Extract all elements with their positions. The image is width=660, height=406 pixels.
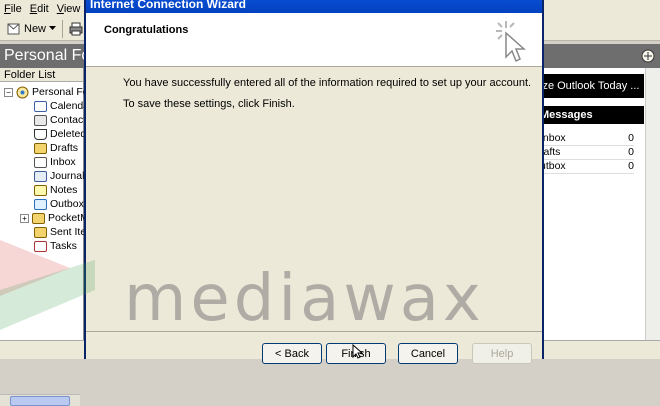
contacts-icon <box>34 114 47 126</box>
folder-item[interactable]: Calenda <box>34 99 89 113</box>
help-button[interactable]: Help <box>472 343 532 364</box>
message-row[interactable]: Inbox 0 <box>540 132 634 146</box>
folder-list-pane: Folder List − Personal Fo Calenda Contac… <box>0 68 89 406</box>
folder-list-header: Folder List <box>0 68 83 82</box>
folder-item[interactable]: Deleted <box>34 127 86 141</box>
folder-item[interactable]: Drafts <box>34 141 78 155</box>
internet-connection-wizard: Internet Connection Wizard Congratulatio… <box>84 0 544 364</box>
folder-item[interactable]: Tasks <box>34 239 77 253</box>
drafts-icon <box>34 142 47 154</box>
customize-outlook-today-link[interactable]: ize Outlook Today ... <box>540 74 644 98</box>
folder-item[interactable]: Journal <box>34 169 84 183</box>
message-row[interactable]: utbox 0 <box>540 160 634 174</box>
mouse-pointer-icon <box>352 344 364 359</box>
message-count: 0 <box>628 160 634 172</box>
folder-item-label: Contact <box>50 114 87 126</box>
new-mail-icon <box>7 23 20 34</box>
wizard-title: Internet Connection Wizard <box>86 0 542 13</box>
message-count: 0 <box>628 132 634 144</box>
journal-icon <box>34 170 47 182</box>
chevron-down-icon[interactable] <box>49 26 57 31</box>
calendar-icon <box>34 100 47 112</box>
outlook-today-pane: ize Outlook Today ... Messages Inbox 0 ra… <box>540 68 660 340</box>
folder-item-label: Drafts <box>50 142 79 154</box>
folder-item-label: Sent Ite <box>50 226 87 238</box>
wizard-header: Congratulations <box>86 13 542 67</box>
wizard-message-line1: You have successfully entered all of the… <box>123 77 532 89</box>
folder-icon <box>32 212 45 224</box>
messages-header: Messages <box>540 106 644 124</box>
sent-items-icon <box>34 226 47 238</box>
folder-hscrollbar[interactable] <box>0 394 80 406</box>
folder-item[interactable]: Inbox <box>34 155 76 169</box>
print-icon <box>69 22 83 35</box>
menu-view[interactable]: View <box>57 3 81 15</box>
wizard-divider <box>86 331 542 332</box>
folder-item-label: PocketM <box>48 212 89 224</box>
folder-item-label: Notes <box>50 184 78 196</box>
new-button[interactable]: New <box>4 19 59 39</box>
wizard-message-line2: To save these settings, click Finish. <box>123 98 295 110</box>
right-vscrollbar[interactable] <box>645 68 660 340</box>
tree-root-label: Personal Fo <box>32 86 89 98</box>
outlook-today-icon <box>641 49 655 63</box>
deleted-items-icon <box>34 128 47 140</box>
toolbar-separator <box>62 19 64 38</box>
folder-item[interactable]: Outbox <box>34 197 84 211</box>
back-button[interactable]: < Back <box>262 343 322 364</box>
wizard-cursor-icon <box>496 21 526 63</box>
wizard-heading: Congratulations <box>104 24 189 36</box>
notes-icon <box>34 184 47 196</box>
collapse-icon[interactable]: − <box>4 87 13 97</box>
folder-item[interactable]: Notes <box>34 183 77 197</box>
folder-item-label: Inbox <box>50 156 76 168</box>
message-row[interactable]: rafts 0 <box>540 146 634 160</box>
menu-edit[interactable]: Edit <box>30 3 49 15</box>
folder-item-label: Tasks <box>50 240 77 252</box>
folder-item[interactable]: Contact <box>34 113 86 127</box>
personal-folders-icon <box>16 86 29 98</box>
tasks-icon <box>34 240 47 252</box>
folder-item[interactable]: + PocketM <box>20 211 89 225</box>
folder-item[interactable]: Sent Ite <box>34 225 86 239</box>
folder-item-label: Outbox <box>50 198 84 210</box>
folder-banner-title: Personal Fo <box>4 47 91 64</box>
scroll-thumb[interactable] <box>10 396 70 406</box>
outbox-icon <box>34 198 47 210</box>
folder-item-label: Deleted <box>50 128 87 140</box>
tree-root[interactable]: − Personal Fo <box>4 85 89 99</box>
new-button-label: New <box>24 22 47 35</box>
menu-file[interactable]: File <box>4 3 22 15</box>
message-count: 0 <box>628 146 634 158</box>
inbox-icon <box>34 156 47 168</box>
folder-item-label: Journal <box>50 170 85 182</box>
cancel-button[interactable]: Cancel <box>398 343 458 364</box>
expand-icon[interactable]: + <box>20 213 29 223</box>
